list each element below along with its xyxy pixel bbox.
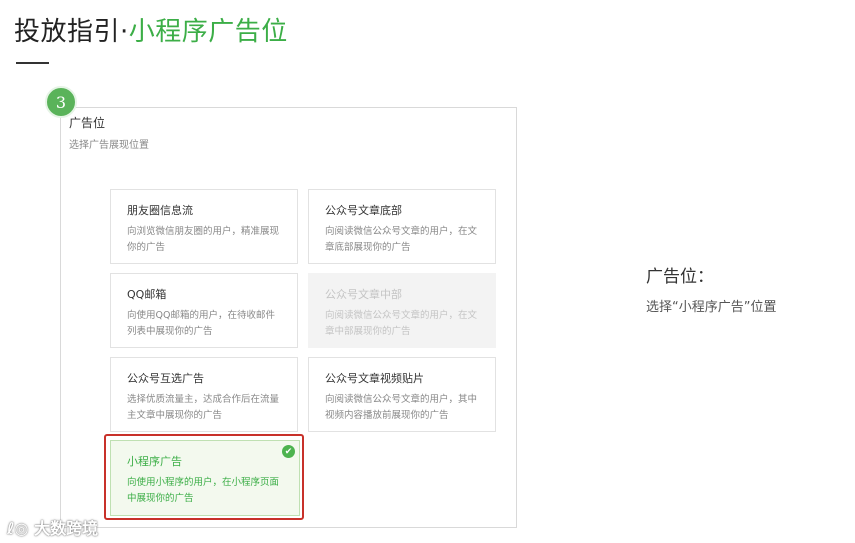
card-title: QQ邮箱 [127,288,167,301]
card-title: 朋友圈信息流 [127,204,193,217]
card-title: 公众号文章中部 [325,288,402,301]
placement-card-mutual-selection[interactable]: 公众号互选广告 选择优质流量主，达成合作后在流量主文章中展现你的广告 [110,357,298,432]
card-description: 向阅读微信公众号文章的用户，在文章底部展现你的广告 [325,226,478,253]
placement-card-article-bottom[interactable]: 公众号文章底部 向阅读微信公众号文章的用户，在文章底部展现你的广告 [308,189,496,264]
panel-heading: 广告位 [69,116,106,130]
note-description: 选择“小程序广告”位置 [646,300,777,315]
placement-card-article-video[interactable]: 公众号文章视频贴片 向阅读微信公众号文章的用户，其中视频内容播放前展现你的广告 [308,357,496,432]
page-title-accent: 小程序广告位 [128,17,288,47]
card-description: 向阅读微信公众号文章的用户，在文章中部展现你的广告 [325,310,478,337]
selection-highlight-frame [104,434,304,520]
card-title: 公众号文章底部 [325,204,402,217]
watermark-logo: ℓ◎ 大数跨境 [7,515,98,539]
card-description: 向浏览微信朋友圈的用户，精准展现你的广告 [127,226,280,253]
watermark-icon: ℓ◎ [7,519,29,538]
placement-card-moments-feed[interactable]: 朋友圈信息流 向浏览微信朋友圈的用户，精准展现你的广告 [110,189,298,264]
placement-card-article-middle: 公众号文章中部 向阅读微信公众号文章的用户，在文章中部展现你的广告 [308,273,496,348]
card-description: 选择优质流量主，达成合作后在流量主文章中展现你的广告 [127,394,280,421]
page-title-main: 投放指引 [14,17,121,47]
step-number-badge: 3 [45,86,77,118]
card-description: 向阅读微信公众号文章的用户，其中视频内容播放前展现你的广告 [325,394,478,421]
note-title: 广告位： [646,267,714,287]
card-description: 向使用QQ邮箱的用户，在待收邮件列表中展现你的广告 [127,310,275,337]
card-title: 公众号文章视频贴片 [325,372,424,385]
title-underline [16,62,49,64]
check-icon: ✔ [282,445,295,458]
card-title: 公众号互选广告 [127,372,204,385]
placement-card-qq-mail[interactable]: QQ邮箱 向使用QQ邮箱的用户，在待收邮件列表中展现你的广告 [110,273,298,348]
watermark-text: 大数跨境 [34,519,99,538]
page-title: 投放指引·小程序广告位 [14,14,288,50]
page-title-separator: · [120,17,129,47]
panel-subheading: 选择广告展现位置 [69,140,149,151]
